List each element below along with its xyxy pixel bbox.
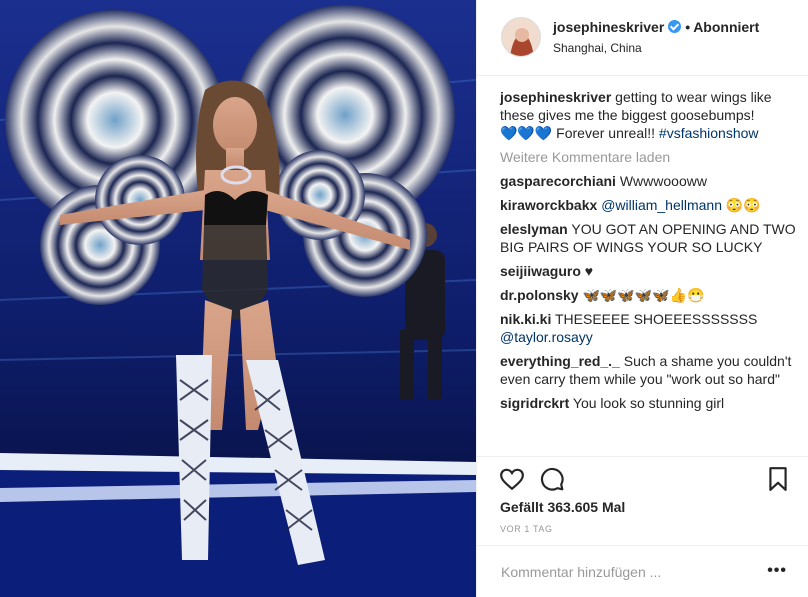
comment-icon[interactable] [539, 466, 565, 492]
post-container: josephineskriver • Abonniert Shanghai, Chi… [0, 0, 808, 597]
comment-item: sigridrckrt You look so stunning girl [500, 394, 796, 412]
more-options-icon[interactable]: ••• [767, 562, 787, 580]
comment-username[interactable]: kiraworckbakx [500, 197, 597, 213]
header-user-line: josephineskriver • Abonniert [553, 19, 759, 35]
comment-item: gasparecorchiani Wwwwoooww [500, 172, 796, 190]
load-more-comments[interactable]: Weitere Kommentare laden [500, 148, 796, 166]
heart-icon[interactable] [499, 466, 525, 492]
comment-item: seijiiwaguro ♥ [500, 262, 796, 280]
actions-divider [477, 456, 808, 458]
comment-item: everything_red_._ Such a shame you could… [500, 352, 796, 388]
location-link[interactable]: Shanghai, China [553, 41, 642, 55]
mention-link[interactable]: @william_hellmann [601, 197, 722, 213]
comment-username[interactable]: dr.polonsky [500, 287, 579, 303]
avatar-image [502, 18, 540, 56]
caption-username[interactable]: josephineskriver [500, 89, 611, 105]
comment-username[interactable]: eleslyman [500, 221, 568, 237]
add-comment-bar: Kommentar hinzufügen ... ••• [477, 545, 808, 597]
comment-text: Wwwwoooww [615, 173, 707, 189]
comment-item: eleslyman YOU GOT AN OPENING AND TWO BIG… [500, 220, 796, 256]
runway-photo [0, 0, 476, 597]
comment-emoji: 🦋🦋🦋🦋🦋👍😷 [582, 287, 705, 303]
mention-link[interactable]: @taylor.rosayy [500, 329, 593, 345]
comment-emoji: 😳😳 [722, 197, 761, 213]
comment-username[interactable]: sigridrckrt [500, 395, 569, 411]
comment-text: You look so stunning girl [569, 395, 725, 411]
comment-username[interactable]: everything_red_._ [500, 353, 620, 369]
username-link[interactable]: josephineskriver [553, 19, 664, 35]
comment-item: kiraworckbakx @william_hellmann 😳😳 [500, 196, 796, 214]
post-sidebar: josephineskriver • Abonniert Shanghai, Chi… [476, 0, 808, 597]
caption: josephineskriver getting to wear wings l… [500, 88, 796, 142]
post-photo[interactable] [0, 0, 476, 597]
follow-button[interactable]: Abonniert [693, 19, 759, 35]
separator-dot: • [685, 19, 691, 35]
add-comment-input[interactable]: Kommentar hinzufügen ... [501, 564, 661, 580]
comment-text: ♥ [580, 263, 594, 279]
comments-list: josephineskriver getting to wear wings l… [500, 88, 796, 418]
blue-hearts-emoji: 💙💙💙 [500, 125, 553, 141]
likes-count[interactable]: Gefällt 363.605 Mal [500, 499, 625, 515]
comment-text: THESEEEE SHOEEESSSSSSS [551, 311, 758, 327]
comment-username[interactable]: gasparecorchiani [500, 173, 616, 189]
comment-username[interactable]: nik.ki.ki [500, 311, 551, 327]
post-timestamp[interactable]: VOR 1 TAG [500, 524, 553, 534]
avatar[interactable] [501, 17, 541, 57]
comment-item: dr.polonsky 🦋🦋🦋🦋🦋👍😷 [500, 286, 796, 304]
post-header: josephineskriver • Abonniert Shanghai, Chi… [477, 0, 808, 76]
verified-badge-icon [668, 20, 682, 33]
hashtag-link[interactable]: #vsfashionshow [659, 125, 759, 141]
comment-username[interactable]: seijiiwaguro [500, 263, 581, 279]
caption-text-2: Forever unreal!! [552, 125, 659, 141]
bookmark-icon[interactable] [765, 466, 791, 492]
comment-item: nik.ki.ki THESEEEE SHOEEESSSSSSS @taylor… [500, 310, 796, 346]
